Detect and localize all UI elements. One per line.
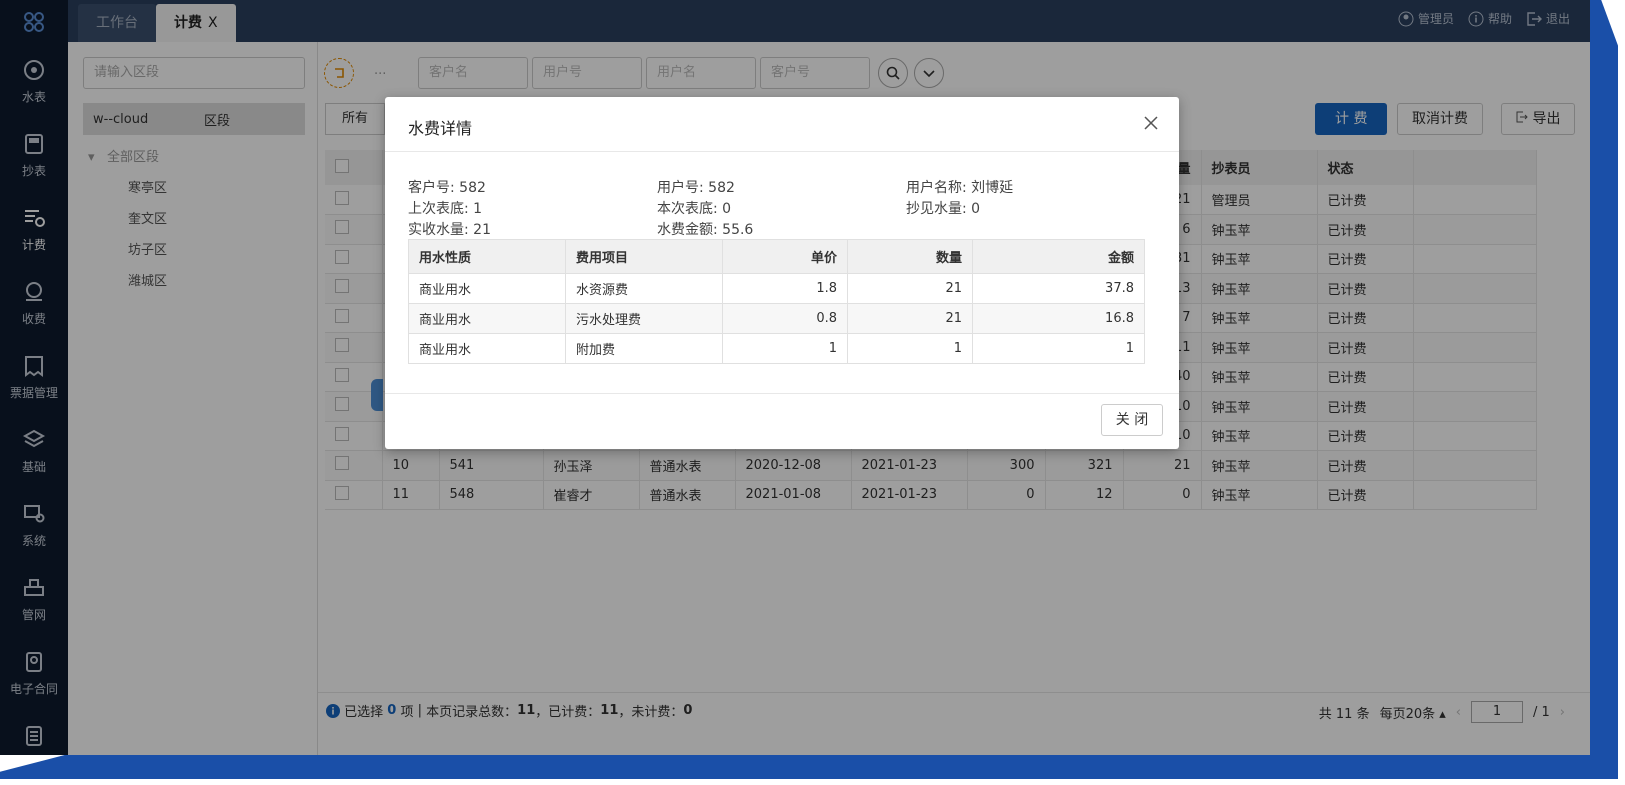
fee-detail-table: 用水性质 费用项目 单价 数量 金额 商业用水 水资源费 1.8 21 37.8 bbox=[408, 239, 1145, 364]
col-amount: 金额 bbox=[972, 239, 1145, 274]
table-row: 商业用水 附加费 1 1 1 bbox=[408, 333, 1145, 364]
amount-cell: 1 bbox=[972, 333, 1145, 364]
last-reading-value: 上次表底: 1 bbox=[408, 201, 483, 217]
fee-item-cell: 污水处理费 bbox=[565, 303, 723, 334]
close-icon[interactable] bbox=[1141, 113, 1161, 133]
table-row: 商业用水 水资源费 1.8 21 37.8 bbox=[408, 273, 1145, 304]
actual-water-value: 实收水量: 21 bbox=[408, 222, 491, 238]
frame-decoration-right bbox=[1590, 0, 1625, 785]
quantity-cell: 1 bbox=[847, 333, 973, 364]
quantity-cell: 21 bbox=[847, 303, 973, 334]
fee-item-cell: 附加费 bbox=[565, 333, 723, 364]
dialog-header: 水费详情 bbox=[385, 97, 1179, 152]
unit-price-cell: 1 bbox=[722, 333, 848, 364]
water-fee-detail-dialog: 水费详情 客户号: 582 用户号: 582 用户名称: 刘博延 上次表底: 1… bbox=[385, 97, 1179, 449]
table-row: 商业用水 污水处理费 0.8 21 16.8 bbox=[408, 303, 1145, 334]
water-type-cell: 商业用水 bbox=[408, 303, 566, 334]
user-no-value: 用户号: 582 bbox=[657, 180, 735, 196]
curr-reading-value: 本次表底: 0 bbox=[657, 201, 732, 217]
quantity-cell: 21 bbox=[847, 273, 973, 304]
col-quantity: 数量 bbox=[847, 239, 973, 274]
dialog-title: 水费详情 bbox=[408, 119, 473, 138]
frame-decoration-bottom bbox=[0, 755, 1625, 785]
amount-cell: 16.8 bbox=[972, 303, 1145, 334]
fee-item-cell: 水资源费 bbox=[565, 273, 723, 304]
col-unit-price: 单价 bbox=[722, 239, 848, 274]
unit-price-cell: 1.8 bbox=[722, 273, 848, 304]
user-name-value: 用户名称: 刘博延 bbox=[906, 180, 1014, 196]
unit-price-cell: 0.8 bbox=[722, 303, 848, 334]
close-button[interactable]: 关 闭 bbox=[1101, 404, 1163, 436]
water-type-cell: 商业用水 bbox=[408, 333, 566, 364]
dialog-footer: 关 闭 bbox=[385, 393, 1179, 449]
fee-amount-value: 水费金额: 55.6 bbox=[657, 222, 754, 238]
seen-water-value: 抄见水量: 0 bbox=[906, 201, 981, 217]
customer-no-value: 客户号: 582 bbox=[408, 180, 486, 196]
water-type-cell: 商业用水 bbox=[408, 273, 566, 304]
col-fee-item: 费用项目 bbox=[565, 239, 723, 274]
table-header-row: 用水性质 费用项目 单价 数量 金额 bbox=[408, 239, 1145, 274]
fee-summary: 客户号: 582 用户号: 582 用户名称: 刘博延 上次表底: 1 本次表底… bbox=[408, 177, 1158, 240]
app-window: 水表 抄表 计费 收费 票据管理 基础 系统 管网 电子合同 工作台 计费 X … bbox=[0, 0, 1590, 757]
col-water-type: 用水性质 bbox=[408, 239, 566, 274]
amount-cell: 37.8 bbox=[972, 273, 1145, 304]
